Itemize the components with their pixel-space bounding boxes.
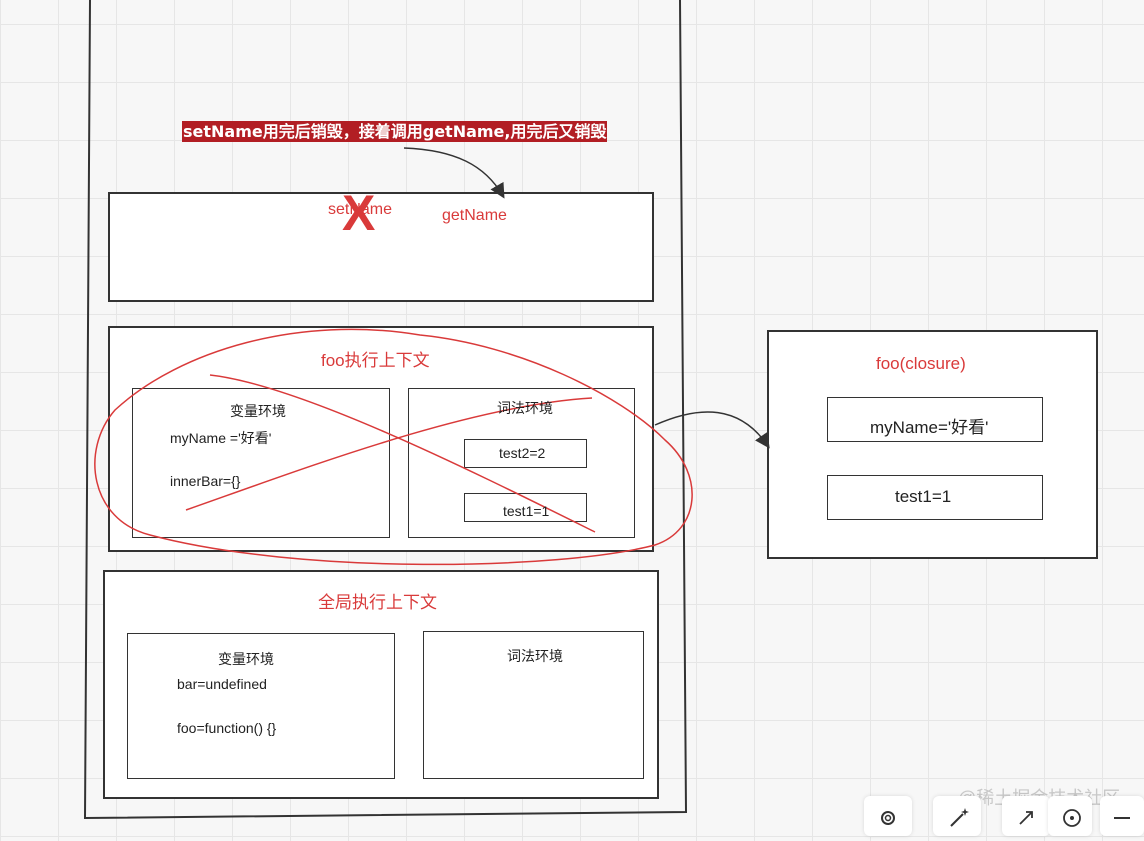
destroyed-cross-mark: X [342,185,376,241]
global-variable-env-title: 变量环境 [218,651,274,667]
foo-context-title: foo执行上下文 [321,351,430,370]
foo-test2-entry: test2=2 [499,445,546,461]
global-foo-entry: foo=function() {} [177,720,277,736]
foo-test1-entry: test1=1 [503,503,550,519]
getname-label: getName [442,207,507,224]
foo-innerbar-entry: innerBar={} [170,473,241,489]
gear-icon [881,811,895,825]
global-context-title: 全局执行上下文 [318,593,437,612]
target-icon [1063,809,1081,827]
banner-arrow [403,147,505,199]
magic-button[interactable] [933,796,981,836]
expand-button[interactable] [1002,796,1050,836]
destroy-annotation-banner: setName用完后销毁，接着调用getName,用完后又销毁 [182,121,608,142]
locate-button[interactable] [1048,796,1092,836]
zoom-out-button[interactable] [1100,796,1144,836]
closure-myname-entry: myName='好看' [870,418,989,437]
settings-button[interactable] [864,796,912,836]
minus-icon [1114,817,1130,819]
foo-variable-env-title: 变量环境 [230,403,286,419]
closure-title: foo(closure) [876,354,966,373]
global-lexical-env-title: 词法环境 [507,648,563,664]
expand-icon [1019,811,1033,825]
closure-arrow [654,411,770,449]
global-bar-entry: bar=undefined [177,676,267,692]
foo-myname-entry: myName ='好看' [170,430,272,446]
closure-test1-entry: test1=1 [895,487,952,506]
magic-wand-icon [950,808,969,827]
foo-lexical-env-title: 词法环境 [497,400,553,416]
